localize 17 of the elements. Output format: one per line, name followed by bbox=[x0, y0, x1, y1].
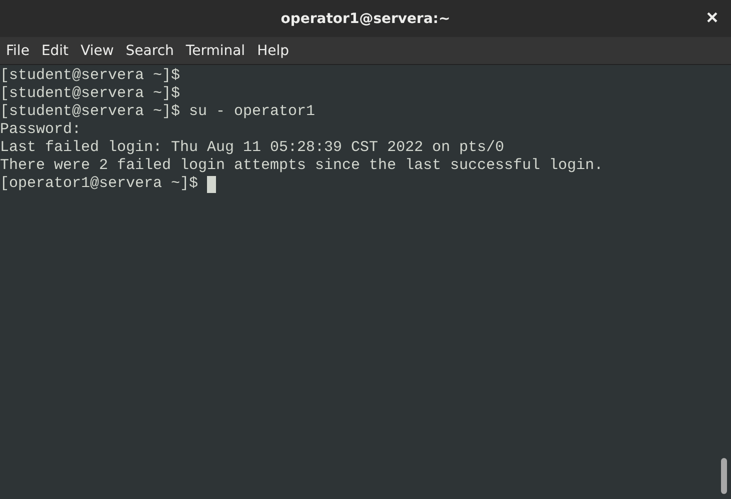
close-button[interactable]: × bbox=[703, 8, 721, 28]
menu-item[interactable]: Search bbox=[120, 40, 180, 60]
terminal-line: [student@servera ~]$ su - operator1 bbox=[0, 103, 316, 121]
terminal-line: [student@servera ~]$ bbox=[0, 67, 182, 85]
text-cursor bbox=[207, 176, 216, 192]
menu-item[interactable]: File bbox=[0, 40, 36, 60]
terminal-prompt: [operator1@servera ~]$ bbox=[0, 175, 200, 193]
menu-item[interactable]: Terminal bbox=[180, 40, 252, 60]
terminal-line: Last failed login: Thu Aug 11 05:28:39 CST 2022 on pts/0 bbox=[0, 139, 506, 157]
scrollbar-thumb[interactable] bbox=[721, 458, 727, 494]
menu-item[interactable]: View bbox=[74, 40, 120, 60]
menu-item[interactable]: Help bbox=[251, 40, 295, 60]
terminal-line: There were 2 failed login attempts since the last successful login. bbox=[0, 157, 604, 175]
terminal-line: Password: bbox=[0, 121, 82, 139]
menu-item[interactable]: Edit bbox=[35, 40, 75, 60]
terminal-line: [student@servera ~]$ bbox=[0, 85, 182, 103]
window-title: operator1@servera:~ bbox=[280, 10, 450, 26]
